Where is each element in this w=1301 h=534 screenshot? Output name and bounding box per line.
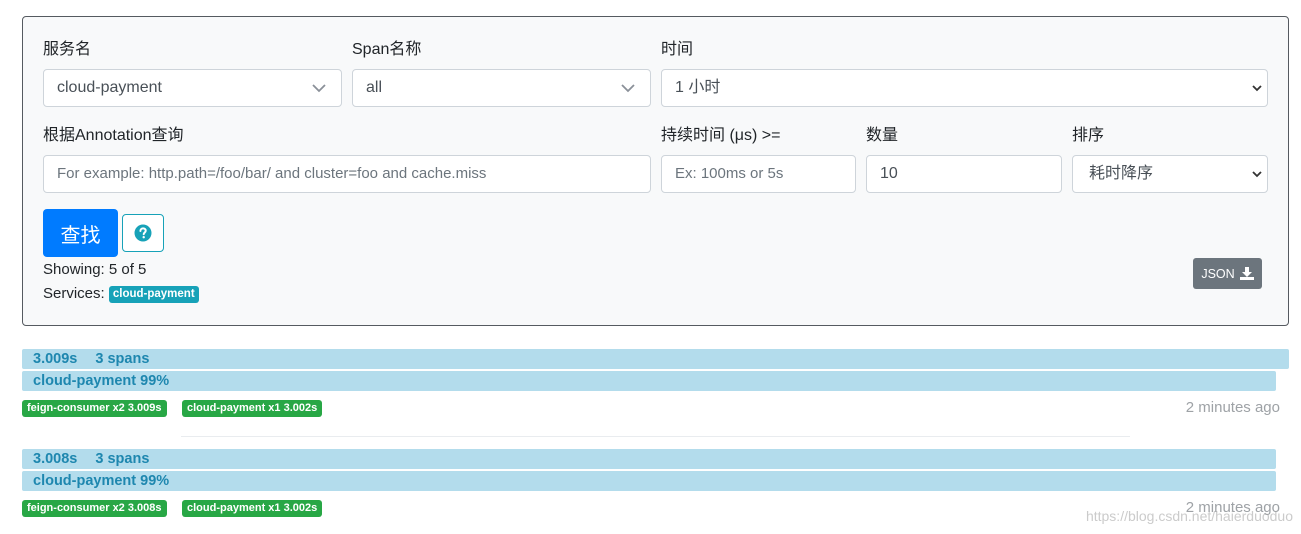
chevron-down-icon	[1252, 171, 1262, 178]
trace-duration-bar[interactable]: 3.008s 3 spans	[22, 449, 1276, 469]
time-label: 时间	[661, 41, 694, 58]
service-name-select[interactable]: cloud-payment	[43, 69, 342, 107]
chevron-down-icon	[621, 84, 635, 93]
json-button-label: JSON	[1201, 266, 1235, 281]
duration-input[interactable]: Ex: 100ms or 5s	[661, 155, 856, 193]
search-panel: 服务名 Span名称 时间 cloud-payment all 1 小时 根据A…	[22, 16, 1289, 326]
service-badge[interactable]: cloud-payment	[108, 286, 199, 303]
service-name-label: 服务名	[43, 41, 92, 58]
help-button[interactable]	[122, 214, 164, 252]
span-name-label: Span名称	[352, 41, 422, 58]
trace-service-bar[interactable]: cloud-payment 99%	[22, 371, 1276, 391]
span-name-value: all	[366, 79, 383, 96]
trace-service-bar[interactable]: cloud-payment 99%	[22, 471, 1276, 491]
trace-span-count: 3 spans	[95, 451, 150, 467]
trace-divider	[181, 436, 1130, 437]
question-circle-icon	[134, 224, 152, 242]
chevron-down-icon	[312, 84, 326, 93]
service-tag: cloud-payment x1 3.002s	[182, 500, 323, 517]
duration-placeholder: Ex: 100ms or 5s	[675, 165, 784, 182]
limit-value: 10	[880, 165, 898, 182]
chevron-down-icon	[1252, 85, 1262, 92]
trace-timestamp: 2 minutes ago	[1185, 399, 1280, 416]
annotation-placeholder: For example: http.path=/foo/bar/ and clu…	[57, 165, 487, 182]
service-tag: feign-consumer x2 3.009s	[22, 400, 167, 417]
trace-duration-bar[interactable]: 3.009s 3 spans	[22, 349, 1289, 369]
time-select[interactable]: 1 小时	[661, 69, 1268, 107]
annotation-query-input[interactable]: For example: http.path=/foo/bar/ and clu…	[43, 155, 651, 193]
service-tag: cloud-payment x1 3.002s	[182, 400, 323, 417]
sort-select[interactable]: 耗时降序	[1072, 155, 1268, 193]
annotation-label: 根据Annotation查询	[43, 127, 184, 144]
limit-input[interactable]: 10	[866, 155, 1062, 193]
json-download-button[interactable]: JSON	[1193, 258, 1262, 289]
search-button[interactable]: 查找	[43, 209, 118, 257]
sort-value: 耗时降序	[1089, 165, 1154, 182]
sort-label: 排序	[1072, 127, 1105, 144]
trace-duration: 3.008s	[33, 451, 78, 467]
services-line: Services: cloud-payment	[43, 284, 199, 304]
service-tag: feign-consumer x2 3.008s	[22, 500, 167, 517]
download-icon	[1239, 267, 1254, 280]
limit-label: 数量	[866, 127, 899, 144]
watermark: https://blog.csdn.net/haierduoduo	[1085, 508, 1293, 524]
span-name-select[interactable]: all	[352, 69, 651, 107]
services-label: Services:	[43, 285, 105, 302]
showing-count: Showing: 5 of 5	[43, 261, 147, 278]
trace-duration: 3.009s	[33, 351, 78, 367]
trace-span-count: 3 spans	[95, 351, 150, 367]
time-value: 1 小时	[675, 79, 721, 96]
service-name-value: cloud-payment	[57, 79, 162, 96]
duration-label: 持续时间 (μs) >=	[661, 127, 781, 144]
